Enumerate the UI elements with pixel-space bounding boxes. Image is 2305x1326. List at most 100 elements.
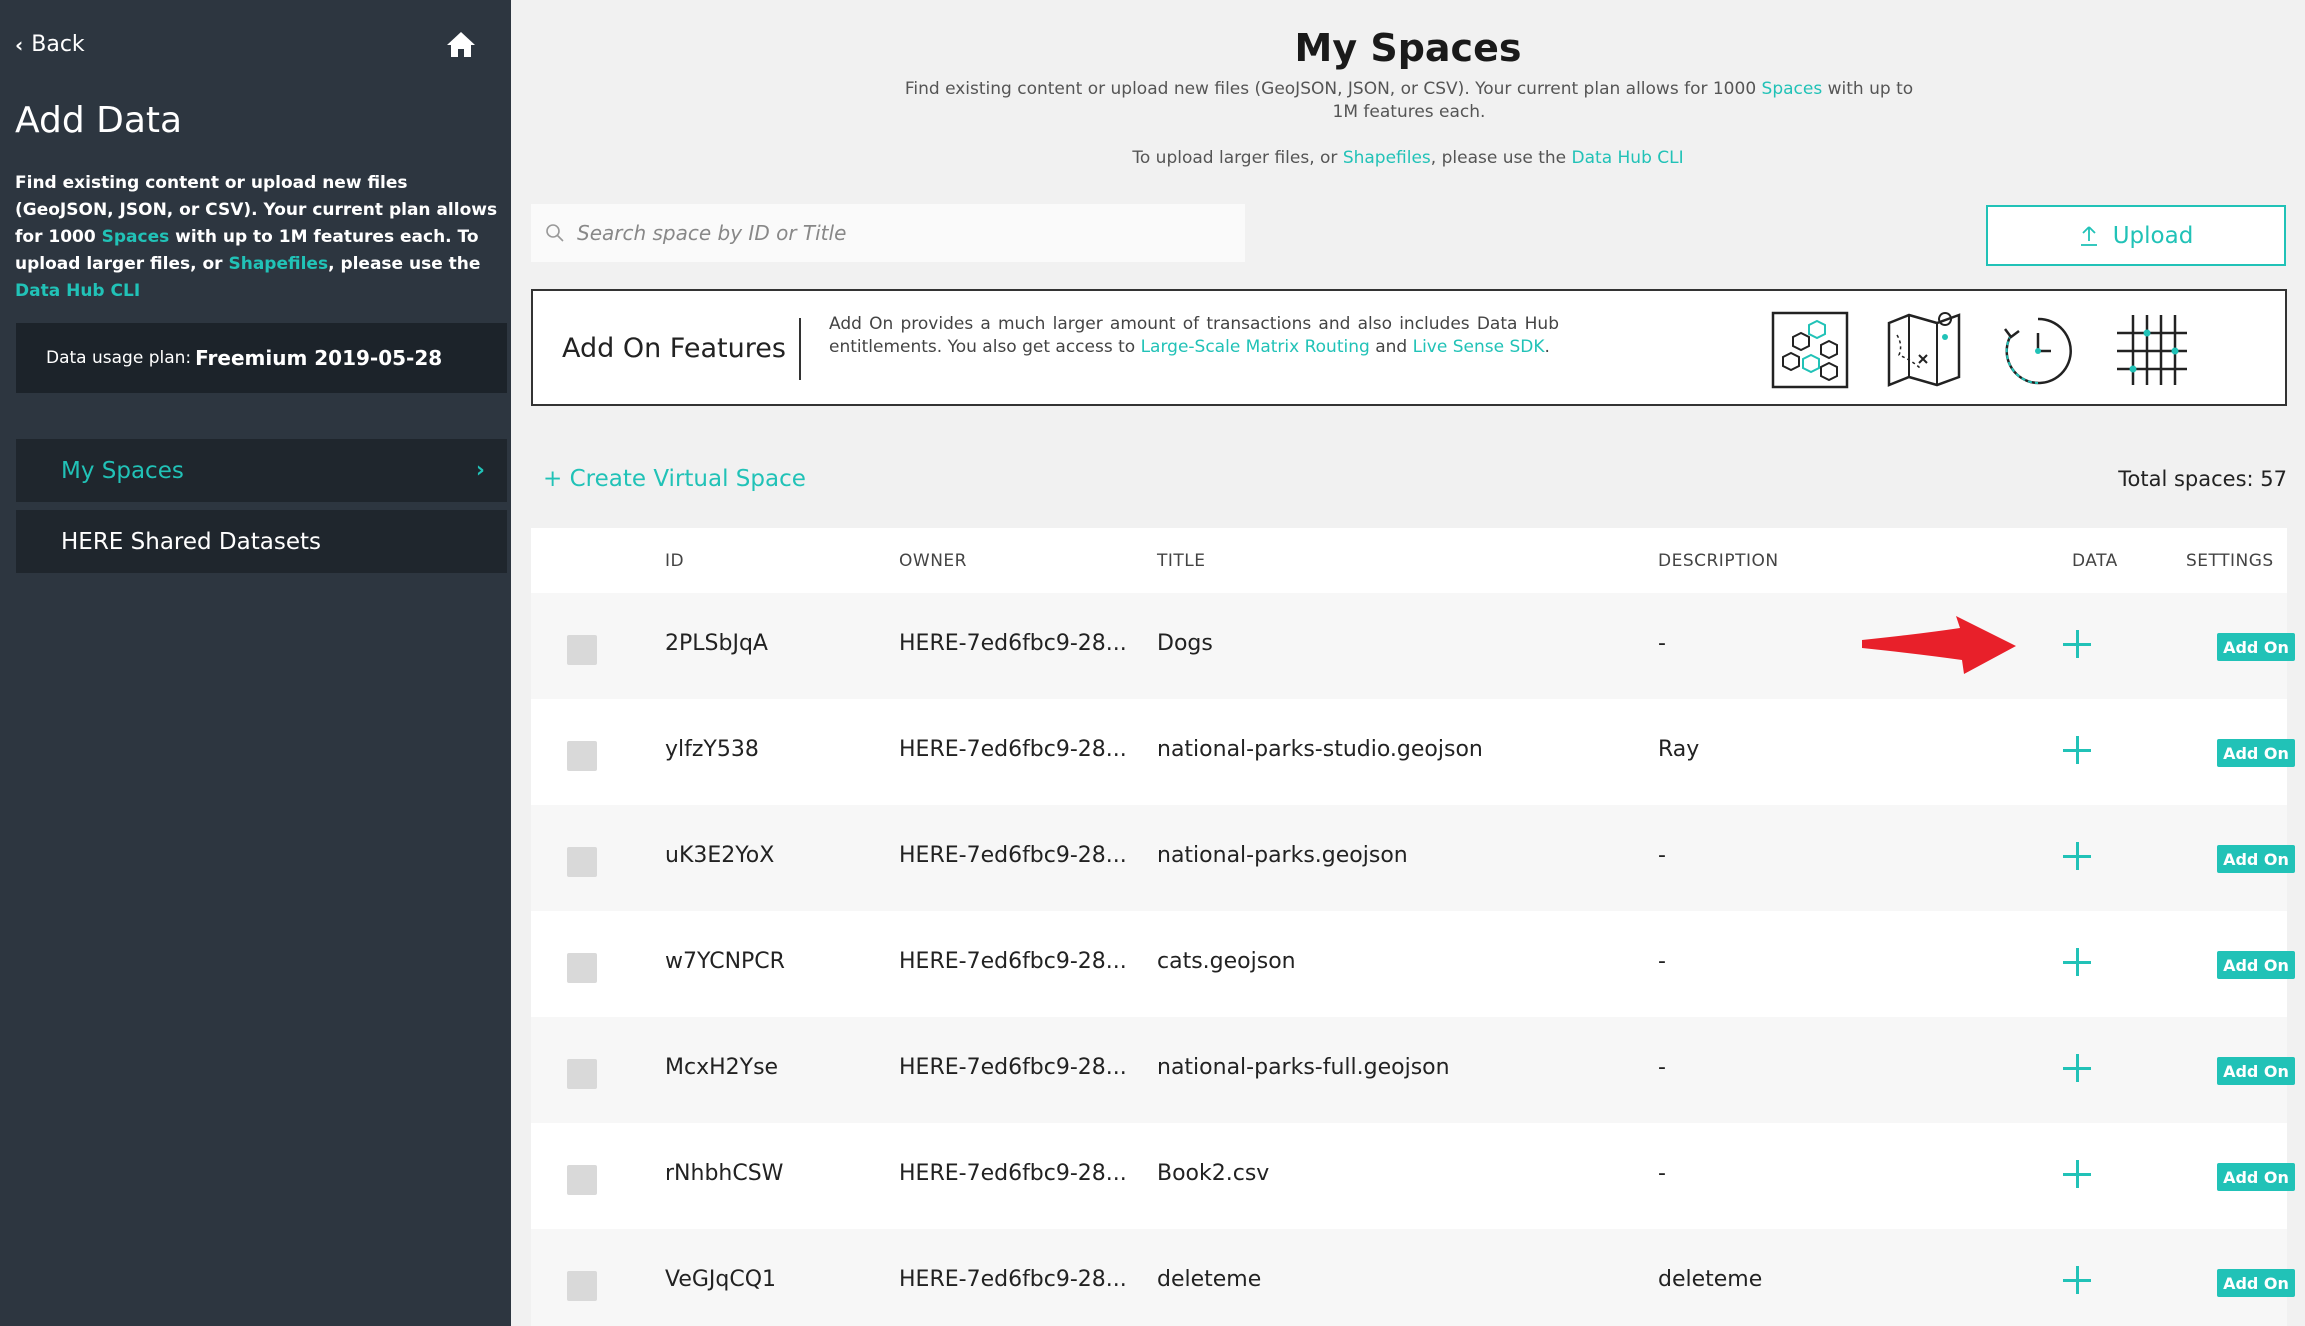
data-hub-cli-link[interactable]: Data Hub CLI [1572, 148, 1684, 168]
table-row: w7YCNPCR HERE-7ed6fbc9-28... cats.geojso… [531, 911, 2295, 1017]
row-checkbox[interactable] [567, 1165, 597, 1195]
search-box [531, 204, 1245, 262]
page-title: My Spaces [1294, 26, 1522, 70]
main-content: My Spaces Find existing content or uploa… [511, 0, 2305, 1326]
table-row: rNhbhCSW HERE-7ed6fbc9-28... Book2.csv -… [531, 1123, 2295, 1229]
column-header-description: DESCRIPTION [1658, 551, 1779, 571]
plan-label: Data usage plan: [46, 348, 192, 368]
upload-button[interactable]: Upload [1986, 205, 2286, 266]
upload-icon [2080, 225, 2097, 246]
add-on-button[interactable]: Add On [2217, 1269, 2295, 1297]
cell-owner: HERE-7ed6fbc9-28... [899, 949, 1127, 974]
cell-id: McxH2Yse [665, 1055, 779, 1080]
chevron-left-icon: ‹ [15, 32, 24, 57]
row-checkbox[interactable] [567, 1271, 597, 1301]
cell-description: - [1658, 1055, 1666, 1080]
cell-owner: HERE-7ed6fbc9-28... [899, 737, 1127, 762]
upload-label: Upload [2112, 222, 2194, 249]
addon-text-part: . [1544, 337, 1550, 357]
table-row: uK3E2YoX HERE-7ed6fbc9-28... national-pa… [531, 805, 2295, 911]
add-data-plus-icon[interactable] [2059, 1262, 2095, 1298]
add-data-plus-icon[interactable] [2059, 944, 2095, 980]
live-sense-sdk-link[interactable]: Live Sense SDK [1413, 337, 1545, 357]
table-row: ylfzY538 HERE-7ed6fbc9-28... national-pa… [531, 699, 2295, 805]
column-header-title: TITLE [1157, 551, 1206, 571]
add-data-plus-icon[interactable] [2059, 838, 2095, 874]
hexagon-network-icon [1771, 311, 1849, 389]
stopwatch-icon [2004, 317, 2072, 385]
cell-description: deleteme [1658, 1267, 1763, 1292]
search-input[interactable] [577, 221, 1217, 245]
home-icon[interactable] [446, 30, 476, 58]
cell-id: 2PLSbJqA [665, 631, 768, 656]
column-header-settings: SETTINGS [2186, 551, 2274, 571]
cell-title: deleteme [1157, 1267, 1262, 1292]
red-arrow-annotation [1862, 616, 2016, 674]
cell-title: national-parks-full.geojson [1157, 1055, 1450, 1080]
table-row: VeGJqCQ1 HERE-7ed6fbc9-28... deleteme de… [531, 1229, 2295, 1326]
search-icon [546, 224, 564, 242]
cell-owner: HERE-7ed6fbc9-28... [899, 843, 1127, 868]
cell-title: cats.geojson [1157, 949, 1296, 974]
add-data-plus-icon[interactable] [2059, 1156, 2095, 1192]
add-data-plus-icon[interactable] [2059, 732, 2095, 768]
cell-id: VeGJqCQ1 [665, 1267, 777, 1292]
intro-cli-text: To upload larger files, or Shapefiles, p… [511, 148, 2305, 168]
column-header-owner: OWNER [899, 551, 967, 571]
matrix-routing-link[interactable]: Large-Scale Matrix Routing [1141, 337, 1370, 357]
cell-title: Book2.csv [1157, 1161, 1270, 1186]
row-checkbox[interactable] [567, 1059, 597, 1089]
add-on-features-banner: Add On Features Add On provides a much l… [531, 289, 2287, 406]
create-virtual-space-link[interactable]: + Create Virtual Space [543, 466, 806, 492]
spaces-link[interactable]: Spaces [1762, 79, 1823, 99]
add-on-button[interactable]: Add On [2217, 1057, 2295, 1085]
cell-id: uK3E2YoX [665, 843, 775, 868]
cell-id: w7YCNPCR [665, 949, 785, 974]
data-usage-plan: Data usage plan: Freemium 2019-05-28 [16, 323, 507, 393]
spaces-link[interactable]: Spaces [102, 227, 170, 247]
intro-part: Find existing content or upload new file… [904, 79, 1762, 99]
sidebar-description: Find existing content or upload new file… [15, 170, 505, 305]
cell-description: - [1658, 843, 1666, 868]
back-button[interactable]: ‹ Back [15, 32, 85, 57]
folded-map-icon [1887, 312, 1961, 387]
add-data-plus-icon[interactable] [2059, 1050, 2095, 1086]
row-checkbox[interactable] [567, 847, 597, 877]
row-checkbox[interactable] [567, 953, 597, 983]
intro-part: To upload larger files, or [1132, 148, 1343, 168]
add-on-button[interactable]: Add On [2217, 739, 2295, 767]
shapefiles-link[interactable]: Shapefiles [1343, 148, 1431, 168]
add-on-button[interactable]: Add On [2217, 951, 2295, 979]
sidebar-item-here-shared-datasets[interactable]: HERE Shared Datasets [16, 510, 507, 573]
divider [799, 318, 801, 380]
chevron-right-icon: › [475, 458, 485, 483]
table-header: ID OWNER TITLE DESCRIPTION DATA SETTINGS [531, 528, 2287, 593]
row-checkbox[interactable] [567, 741, 597, 771]
cell-title: national-parks.geojson [1157, 843, 1408, 868]
cell-owner: HERE-7ed6fbc9-28... [899, 1267, 1127, 1292]
addon-text-part: and [1369, 337, 1413, 357]
back-label: Back [31, 32, 85, 57]
sidebar: ‹ Back Add Data Find existing content or… [0, 0, 511, 1326]
cell-owner: HERE-7ed6fbc9-28... [899, 631, 1127, 656]
cell-description: - [1658, 949, 1666, 974]
plan-value: Freemium 2019-05-28 [195, 346, 443, 370]
data-hub-cli-link[interactable]: Data Hub CLI [15, 281, 140, 301]
table-row: McxH2Yse HERE-7ed6fbc9-28... national-pa… [531, 1017, 2295, 1123]
sidebar-item-label: My Spaces [61, 457, 184, 484]
cell-owner: HERE-7ed6fbc9-28... [899, 1055, 1127, 1080]
cell-description: Ray [1658, 737, 1700, 762]
add-on-title: Add On Features [562, 333, 786, 364]
desc-text: , please use the [328, 254, 481, 274]
total-spaces: Total spaces: 57 [2118, 467, 2287, 491]
intro-part: , please use the [1430, 148, 1572, 168]
add-on-description: Add On provides a much larger amount of … [829, 313, 1559, 359]
shapefiles-link[interactable]: Shapefiles [228, 254, 328, 274]
add-on-button[interactable]: Add On [2217, 845, 2295, 873]
add-on-button[interactable]: Add On [2217, 633, 2295, 661]
sidebar-item-my-spaces[interactable]: My Spaces › [16, 439, 507, 502]
cell-description: - [1658, 1161, 1666, 1186]
add-on-button[interactable]: Add On [2217, 1163, 2295, 1191]
add-data-plus-icon[interactable] [2059, 626, 2095, 662]
row-checkbox[interactable] [567, 635, 597, 665]
